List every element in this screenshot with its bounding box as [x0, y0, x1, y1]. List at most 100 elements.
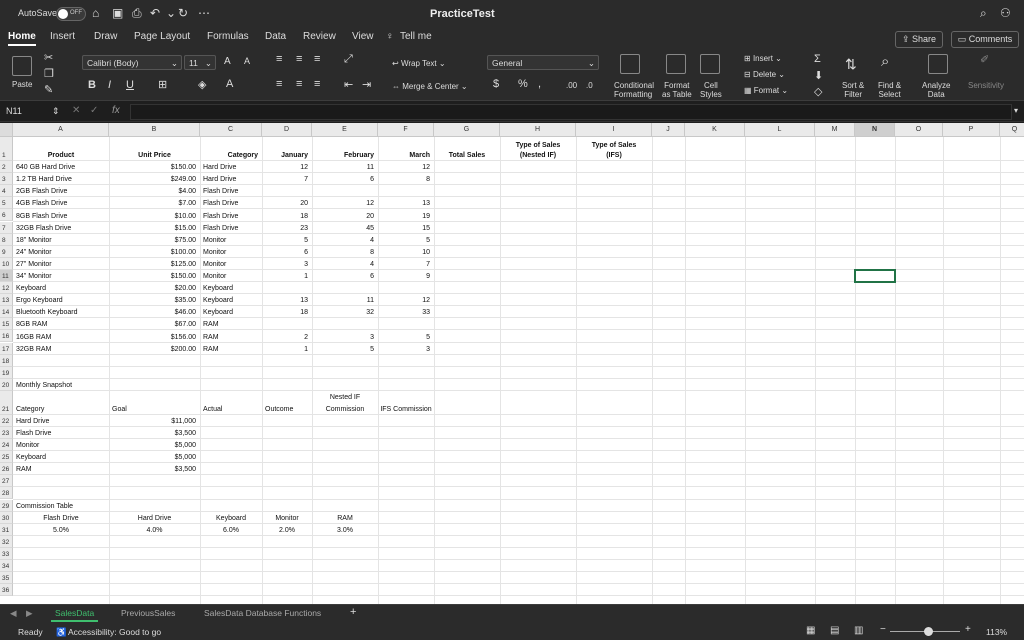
unit-price[interactable]: $67.00 — [109, 321, 196, 329]
select-all-corner[interactable] — [0, 123, 13, 137]
column-header-j[interactable]: J — [652, 123, 685, 137]
product-name[interactable]: 34" Monitor — [16, 273, 52, 281]
merge-center-button[interactable]: ⇔ Merge & Center ⌄ — [392, 82, 468, 91]
paste-icon[interactable] — [12, 56, 32, 76]
commission-value[interactable]: 3.0% — [312, 527, 378, 535]
zoom-level[interactable]: 113% — [986, 627, 1007, 637]
commission-header[interactable]: Monitor — [262, 515, 312, 523]
row-header-33[interactable]: 33 — [0, 547, 13, 560]
snapshot-actual[interactable]: $5,000 — [109, 442, 196, 450]
analyze-data-button[interactable]: Analyze Data — [922, 81, 950, 99]
february-value[interactable]: 6 — [312, 273, 374, 281]
category[interactable]: Flash Drive — [203, 213, 238, 221]
header-type-nested-if[interactable]: Type of Sales — [500, 142, 576, 150]
march-value[interactable]: 13 — [378, 200, 430, 208]
sensitivity-button[interactable]: Sensitivity — [968, 81, 1004, 90]
row-header-29[interactable]: 29 — [0, 499, 13, 512]
snapshot-header-nested-if[interactable]: Nested IF — [312, 394, 378, 402]
unit-price[interactable]: $150.00 — [109, 273, 196, 281]
january-value[interactable]: 1 — [262, 346, 308, 354]
february-value[interactable]: 4 — [312, 261, 374, 269]
category[interactable]: Monitor — [203, 237, 226, 245]
january-value[interactable]: 7 — [262, 176, 308, 184]
save-icon[interactable]: ▣ — [112, 6, 123, 20]
row-header-16[interactable]: 16 — [0, 330, 13, 343]
unit-price[interactable]: $75.00 — [109, 237, 196, 245]
fill-color-icon[interactable]: ◈ — [198, 78, 206, 91]
row-header-26[interactable]: 26 — [0, 463, 13, 476]
commission-value[interactable]: 2.0% — [262, 527, 312, 535]
snapshot-header-ifs-commission[interactable]: IFS Commission — [378, 406, 434, 414]
category[interactable]: Keyboard — [203, 309, 233, 317]
product-name[interactable]: Ergo Keyboard — [16, 297, 63, 305]
row-header-2[interactable]: 2 — [0, 161, 13, 174]
analyze-data-icon[interactable] — [928, 54, 948, 74]
zoom-out-button[interactable]: − — [880, 624, 886, 635]
category[interactable]: Hard Drive — [203, 164, 236, 172]
formula-input[interactable] — [130, 104, 1012, 120]
decrease-font-icon[interactable]: A — [244, 56, 250, 66]
snapshot-category[interactable]: Keyboard — [16, 454, 46, 462]
row-header-13[interactable]: 13 — [0, 294, 13, 307]
march-value[interactable]: 12 — [378, 297, 430, 305]
february-value[interactable]: 11 — [312, 297, 374, 305]
conditional-formatting-icon[interactable] — [620, 54, 640, 74]
prev-sheet-icon[interactable]: ◀ — [10, 608, 17, 619]
february-value[interactable]: 12 — [312, 200, 374, 208]
snapshot-actual[interactable]: $5,000 — [109, 454, 196, 462]
column-header-q[interactable]: Q — [1000, 123, 1024, 137]
row-header-20[interactable]: 20 — [0, 378, 13, 391]
row-header-14[interactable]: 14 — [0, 306, 13, 319]
product-name[interactable]: 27" Monitor — [16, 261, 52, 269]
currency-button[interactable]: $ — [493, 78, 499, 90]
column-header-f[interactable]: F — [378, 123, 434, 137]
unit-price[interactable]: $15.00 — [109, 225, 196, 233]
unit-price[interactable]: $20.00 — [109, 285, 196, 293]
category[interactable]: Flash Drive — [203, 200, 238, 208]
product-name[interactable]: 32GB Flash Drive — [16, 225, 71, 233]
italic-button[interactable]: I — [108, 79, 111, 91]
font-name-select[interactable]: Calibri (Body) ⌄ — [82, 55, 182, 70]
spreadsheet-grid[interactable]: A B C D E F G H I J K L M N O P Q 1 2 3 4 5 6 7 8 9 10 11 12 13 14 15 16… — [0, 123, 1024, 604]
snapshot-actual[interactable]: $3,500 — [109, 466, 196, 474]
commission-header[interactable]: Hard Drive — [109, 515, 200, 523]
unit-price[interactable]: $7.00 — [109, 200, 196, 208]
january-value[interactable]: 20 — [262, 200, 308, 208]
autosave-toggle[interactable]: OFF — [56, 7, 86, 21]
tab-formulas[interactable]: Formulas — [207, 31, 249, 42]
row-header-31[interactable]: 31 — [0, 523, 13, 536]
enter-icon[interactable]: ✓ — [90, 105, 98, 116]
category[interactable]: RAM — [203, 346, 219, 354]
header-unit-price[interactable]: Unit Price — [109, 152, 200, 160]
march-value[interactable]: 5 — [378, 334, 430, 342]
row-header-9[interactable]: 9 — [0, 245, 13, 258]
font-color-icon[interactable]: A — [226, 78, 233, 90]
selected-cell-n11[interactable] — [854, 268, 896, 283]
february-value[interactable]: 4 — [312, 237, 374, 245]
category[interactable]: RAM — [203, 321, 219, 329]
column-header-c[interactable]: C — [200, 123, 262, 137]
snapshot-actual[interactable]: $11,000 — [109, 418, 196, 426]
product-name[interactable]: 24" Monitor — [16, 249, 52, 257]
comments-button[interactable]: ▭ Comments — [951, 31, 1019, 48]
product-name[interactable]: 16GB RAM — [16, 334, 51, 342]
product-name[interactable]: 4GB Flash Drive — [16, 200, 67, 208]
category[interactable]: Monitor — [203, 261, 226, 269]
column-header-d[interactable]: D — [262, 123, 312, 137]
sort-filter-icon[interactable]: ⇅ — [845, 56, 857, 73]
header-type-ifs[interactable]: Type of Sales — [576, 142, 652, 150]
tab-view[interactable]: View — [352, 31, 374, 42]
january-value[interactable]: 3 — [262, 261, 308, 269]
march-value[interactable]: 7 — [378, 261, 430, 269]
row-header-21[interactable]: 21 — [0, 390, 13, 415]
row-header-5[interactable]: 5 — [0, 197, 13, 210]
tab-review[interactable]: Review — [303, 31, 336, 42]
unit-price[interactable]: $125.00 — [109, 261, 196, 269]
product-name[interactable]: 1.2 TB Hard Drive — [16, 176, 72, 184]
column-header-e[interactable]: E — [312, 123, 378, 137]
tell-me-search[interactable]: Tell me — [400, 31, 432, 42]
sheet-tab-database-functions[interactable]: SalesData Database Functions — [204, 608, 321, 618]
january-value[interactable]: 5 — [262, 237, 308, 245]
february-value[interactable]: 20 — [312, 213, 374, 221]
february-value[interactable]: 6 — [312, 176, 374, 184]
